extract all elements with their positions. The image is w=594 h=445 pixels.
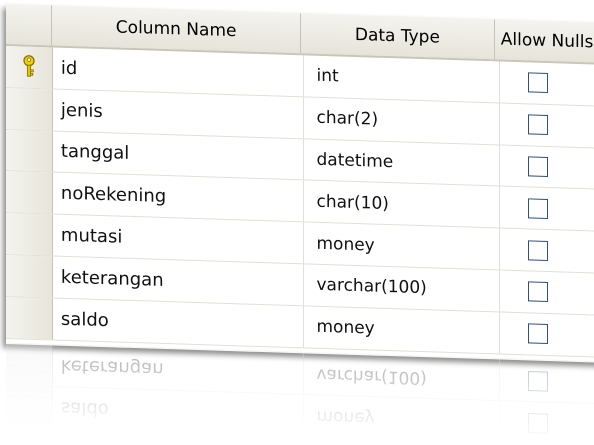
columns-grid: Column Name Data Type Allow Nulls id int bbox=[6, 4, 594, 358]
column-name-cell[interactable]: tanggal bbox=[52, 131, 305, 180]
data-type-cell[interactable]: char(2) bbox=[304, 97, 501, 145]
allow-nulls-cell bbox=[500, 145, 594, 189]
key-icon bbox=[21, 55, 37, 80]
allow-nulls-cell bbox=[500, 229, 594, 273]
row-selector[interactable] bbox=[6, 213, 53, 256]
column-name-cell[interactable]: keterangan bbox=[52, 256, 305, 306]
allow-nulls-checkbox[interactable] bbox=[528, 72, 549, 94]
allow-nulls-cell bbox=[500, 187, 594, 231]
column-name-cell[interactable]: mutasi bbox=[52, 214, 305, 264]
allow-nulls-checkbox[interactable] bbox=[528, 156, 549, 178]
data-type-cell: varchar(100) bbox=[304, 353, 501, 401]
allow-nulls-header[interactable]: Allow Nulls bbox=[494, 19, 594, 63]
row-selector bbox=[6, 385, 53, 429]
column-name-cell[interactable]: saldo bbox=[52, 298, 305, 347]
data-type-cell[interactable]: varchar(100) bbox=[304, 264, 501, 312]
allow-nulls-checkbox[interactable] bbox=[528, 281, 549, 303]
row-selector[interactable] bbox=[6, 87, 53, 131]
data-type-cell[interactable]: datetime bbox=[304, 138, 501, 186]
allow-nulls-cell bbox=[500, 271, 594, 315]
data-type-cell[interactable]: money bbox=[304, 306, 501, 354]
row-selector[interactable] bbox=[6, 254, 53, 298]
allow-nulls-cell bbox=[500, 360, 594, 404]
column-name-cell: keterangan bbox=[52, 345, 305, 395]
data-type-cell: money bbox=[304, 395, 501, 443]
row-selector[interactable] bbox=[6, 171, 53, 214]
column-name-header[interactable]: Column Name bbox=[52, 5, 302, 54]
allow-nulls-cell bbox=[500, 103, 594, 147]
data-type-cell[interactable]: int bbox=[304, 55, 501, 103]
allow-nulls-cell bbox=[500, 62, 594, 106]
row-selector[interactable] bbox=[6, 296, 53, 340]
row-selector-header bbox=[6, 4, 53, 46]
data-type-cell[interactable]: money bbox=[304, 222, 501, 270]
column-name-cell[interactable]: id bbox=[52, 47, 305, 97]
row-selector bbox=[6, 343, 53, 387]
column-name-cell: saldo bbox=[52, 387, 305, 436]
allow-nulls-checkbox[interactable] bbox=[528, 114, 549, 136]
allow-nulls-checkbox[interactable] bbox=[528, 198, 549, 219]
data-type-header[interactable]: Data Type bbox=[301, 13, 495, 60]
allow-nulls-checkbox[interactable] bbox=[528, 323, 549, 345]
row-selector[interactable] bbox=[6, 46, 53, 89]
column-name-cell[interactable]: jenis bbox=[52, 89, 305, 138]
allow-nulls-cell bbox=[500, 312, 594, 356]
table-designer: Column Name Data Type Allow Nulls id int bbox=[6, 4, 594, 363]
row-selector[interactable] bbox=[6, 129, 53, 172]
allow-nulls-checkbox bbox=[528, 370, 549, 392]
data-type-cell[interactable]: char(10) bbox=[304, 180, 501, 228]
allow-nulls-checkbox bbox=[528, 412, 549, 434]
allow-nulls-checkbox[interactable] bbox=[528, 239, 549, 261]
column-name-cell[interactable]: noRekening bbox=[52, 172, 305, 222]
allow-nulls-cell bbox=[500, 401, 594, 445]
